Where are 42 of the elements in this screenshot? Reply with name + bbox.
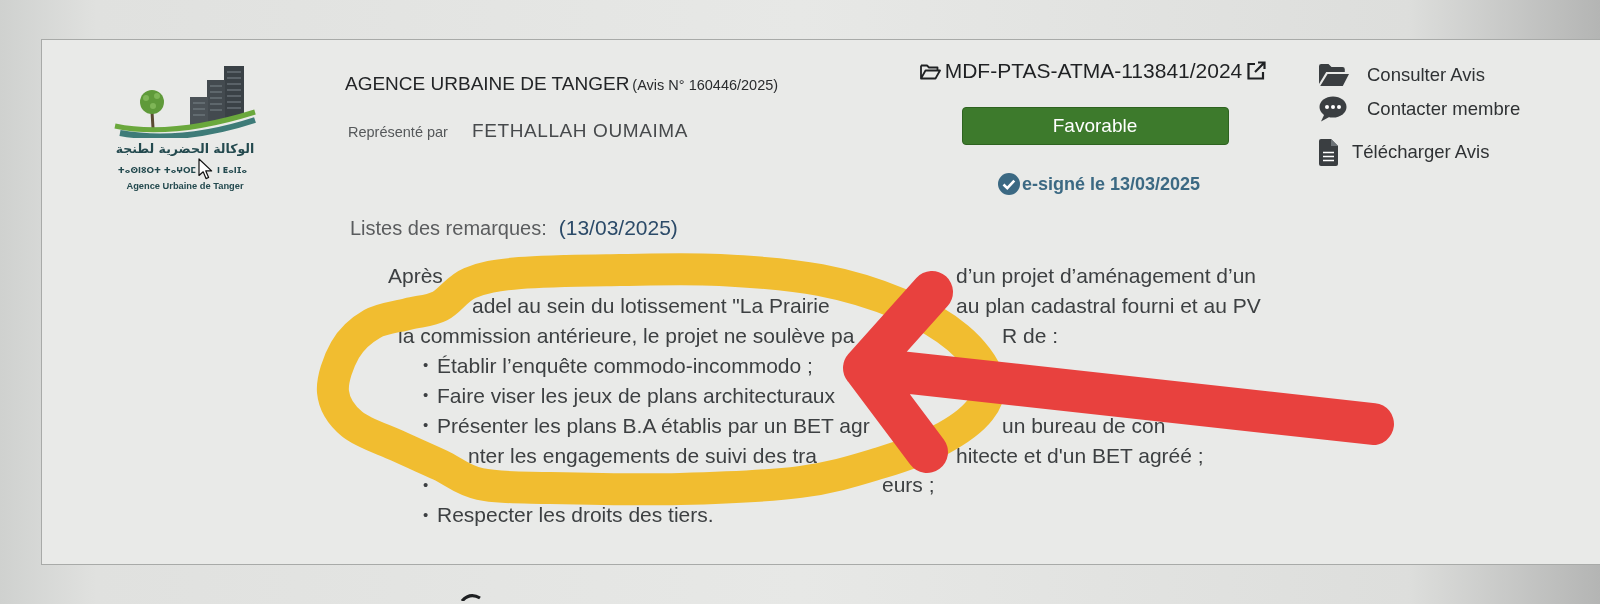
e-signature-date: e-signé le 13/03/2025 [1021, 172, 1201, 196]
logo-tifinagh-text: ⵏ ⵟⴰⵏⵊⴰ [217, 165, 248, 177]
list-bullet: • [423, 415, 429, 436]
remarks-date: (13/03/2025) [558, 215, 678, 241]
consult-notice-link[interactable]: Consulter Avis [1319, 61, 1485, 89]
status-button[interactable]: Favorable [961, 107, 1229, 145]
agency-name: AGENCE URBAINE DE TANGER [345, 72, 630, 96]
remark-item-text: un bureau de con [1002, 412, 1166, 439]
remark-item-text: Faire viser les jeux de plans architecturaux [437, 382, 835, 409]
folder-icon [919, 62, 941, 80]
list-bullet: • [423, 504, 429, 525]
remark-text: au plan cadastral fourni et au PV [956, 293, 1261, 320]
remark-text: Après [388, 263, 443, 290]
remark-item-text: hitecte et d'un BET agréé ; [956, 442, 1204, 469]
remark-text: d’un projet d’aménagement d’un [956, 263, 1257, 290]
remark-item-text: Établir l’enquête commodo-incommodo ; [437, 352, 813, 379]
remark-text: adel au sein du lotissement "La Prairie [472, 293, 830, 320]
download-notice-link[interactable]: Télécharger Avis [1319, 138, 1490, 166]
logo-french-text: Agence Urbaine de Tanger [126, 181, 244, 192]
external-link-icon[interactable] [1246, 61, 1267, 81]
represented-by-label: Représenté par [348, 122, 448, 142]
chat-icon [1319, 96, 1347, 122]
remark-item-text: nter les engagements de suivi des tra [468, 442, 818, 469]
check-circle-icon [997, 173, 1020, 195]
contact-member-link[interactable]: Contacter membre [1319, 95, 1521, 123]
file-reference-link[interactable]: MDF-PTAS-ATMA-113841/2024 [944, 58, 1243, 84]
folder-icon [1319, 64, 1349, 86]
logo-arabic-text: الوكالة الحضرية لطنجة [115, 141, 255, 157]
arc-icon [460, 593, 482, 601]
mouse-pointer-icon [198, 158, 214, 180]
notice-number: (Avis N° 160446/2025) [632, 76, 779, 95]
remark-item-text: Respecter les droits des tiers. [437, 502, 714, 529]
logo-tifinagh-text: ⵜⴰⵙⵏⵓⵔⵜ ⵜⴰⵖⵔⵎ [117, 165, 196, 177]
list-bullet: • [423, 355, 429, 376]
list-bullet: • [423, 385, 429, 406]
representative-name: FETHALLAH OUMAIMA [471, 118, 689, 143]
remark-item-text: eurs ; [882, 472, 935, 499]
list-bullet: • [423, 474, 429, 495]
document-icon [1319, 138, 1338, 166]
remark-item-text: Présenter les plans B.A établis par un BET agr [437, 412, 870, 439]
remarks-title: Listes des remarques: [350, 216, 547, 241]
remark-text: R de : [1002, 323, 1059, 349]
